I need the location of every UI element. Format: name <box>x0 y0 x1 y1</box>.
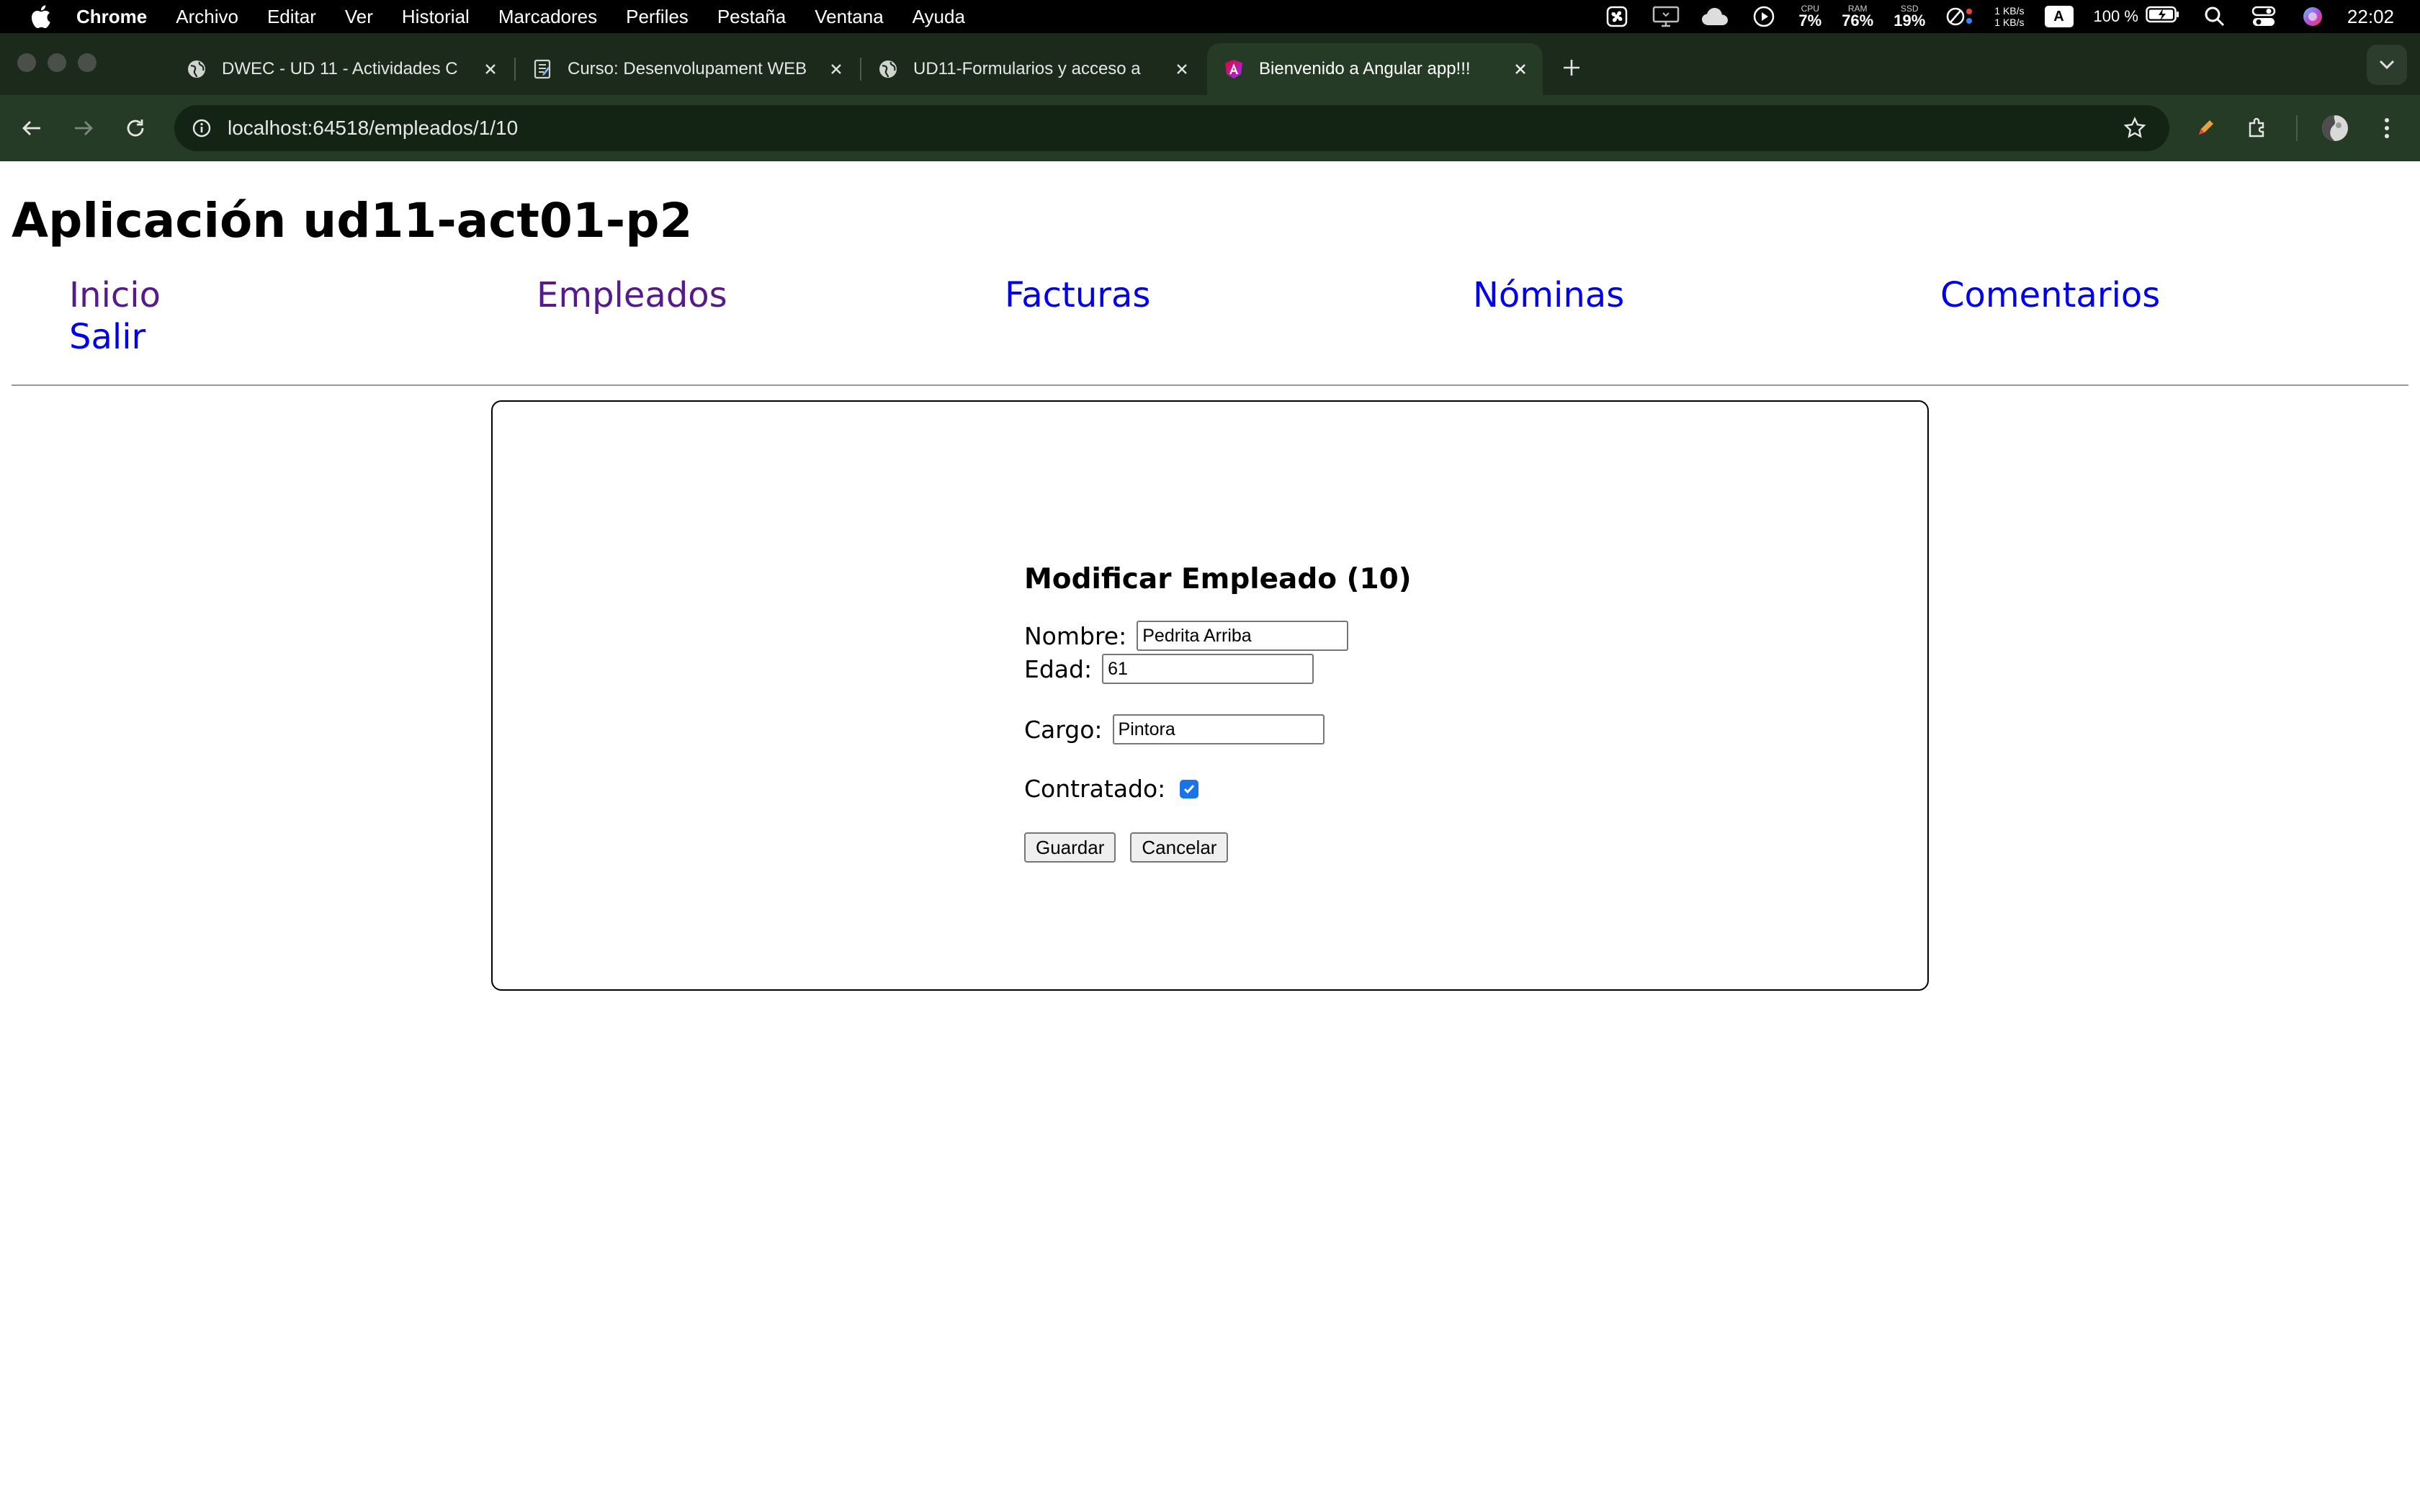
menu-ventana[interactable]: Ventana <box>815 6 883 28</box>
battery-percent: 100 % <box>2093 7 2138 25</box>
nav-link-comentarios[interactable]: Comentarios <box>1940 275 2160 315</box>
window-controls <box>17 53 97 72</box>
close-window-button[interactable] <box>17 53 36 72</box>
maximize-window-button[interactable] <box>78 53 97 72</box>
form-actions: Guardar Cancelar <box>1024 832 1229 863</box>
form-heading: Modificar Empleado (10) <box>1024 563 1412 595</box>
tab-title: Curso: Desenvolupament WEB <box>568 59 807 78</box>
input-source-indicator[interactable]: A <box>2044 6 2074 27</box>
slash-circle-icon[interactable] <box>1945 2 1974 31</box>
apple-menu-icon[interactable] <box>27 4 53 30</box>
close-tab-icon[interactable] <box>1171 58 1193 80</box>
address-bar[interactable]: localhost:64518/empleados/1/10 <box>174 105 2169 151</box>
ram-value: 76% <box>1842 12 1874 30</box>
net-up: 1 KB/s <box>1994 5 2025 17</box>
network-stat[interactable]: 1 KB/s 1 KB/s <box>1994 5 2024 28</box>
page-viewport: Aplicación ud11-act01-p2 Inicio Empleado… <box>0 161 2420 1512</box>
nav-link-facturas[interactable]: Facturas <box>1005 275 1150 315</box>
pen-extension-icon[interactable] <box>2188 111 2223 145</box>
toolbar-divider <box>2296 115 2298 141</box>
close-tab-icon[interactable] <box>825 58 847 80</box>
tab-search-button[interactable] <box>2367 45 2407 85</box>
nav-link-salir[interactable]: Salir <box>69 317 145 357</box>
menu-editar[interactable]: Editar <box>267 6 316 28</box>
net-down: 1 KB/s <box>1994 17 2025 28</box>
browser-tab-active[interactable]: Bienvenido a Angular app!!! <box>1207 43 1543 95</box>
minimize-window-button[interactable] <box>48 53 66 72</box>
document-icon <box>532 58 553 80</box>
nav-link-inicio[interactable]: Inicio <box>69 275 161 315</box>
menu-historial[interactable]: Historial <box>402 6 470 28</box>
nombre-label: Nombre: <box>1024 621 1127 650</box>
contratado-row: Contratado: <box>1024 775 1199 803</box>
cargo-input[interactable] <box>1112 714 1325 744</box>
cancelar-button[interactable]: Cancelar <box>1130 832 1229 863</box>
edad-row: Edad: <box>1024 654 1314 684</box>
battery-status[interactable]: 100 % <box>2094 6 2180 27</box>
edad-label: Edad: <box>1024 654 1093 683</box>
menu-ayuda[interactable]: Ayuda <box>913 6 965 28</box>
cargo-row: Cargo: <box>1024 714 1325 744</box>
menu-ver[interactable]: Ver <box>345 6 373 28</box>
edad-input[interactable] <box>1102 654 1314 684</box>
browser-tab[interactable]: DWEC - UD 11 - Actividades C <box>170 43 513 95</box>
display-icon[interactable] <box>1652 2 1680 31</box>
menu-perfiles[interactable]: Perfiles <box>626 6 689 28</box>
nav-link-nominas[interactable]: Nóminas <box>1473 275 1624 315</box>
guardar-button[interactable]: Guardar <box>1024 832 1116 863</box>
contratado-label: Contratado: <box>1024 775 1166 803</box>
tab-title: DWEC - UD 11 - Actividades C <box>222 59 458 78</box>
browser-toolbar: localhost:64518/empleados/1/10 <box>0 95 2420 161</box>
cloud-icon[interactable] <box>1700 2 1729 31</box>
cpu-stat[interactable]: CPU 7% <box>1798 4 1821 29</box>
menubar-clock[interactable]: 22:02 <box>2347 6 2394 28</box>
bookmark-star-icon[interactable] <box>2119 112 2151 144</box>
macos-menu-bar: Chrome Archivo Editar Ver Historial Marc… <box>0 0 2420 33</box>
battery-icon <box>2146 6 2180 27</box>
menu-app-name[interactable]: Chrome <box>76 6 147 28</box>
cpu-value: 7% <box>1798 12 1822 30</box>
angular-icon <box>1223 58 1245 80</box>
profile-avatar-icon[interactable] <box>2318 111 2352 145</box>
browser-tab-strip: DWEC - UD 11 - Actividades C Curso: Dese… <box>0 33 2420 95</box>
nav-divider <box>12 384 2408 386</box>
menu-archivo[interactable]: Archivo <box>176 6 238 28</box>
play-circle-icon[interactable] <box>1749 2 1778 31</box>
employee-form-card: Modificar Empleado (10) Nombre: Edad: Ca… <box>491 400 1929 991</box>
nombre-input[interactable] <box>1137 621 1349 651</box>
url-text[interactable]: localhost:64518/empleados/1/10 <box>228 117 518 140</box>
contratado-checkbox[interactable] <box>1180 779 1199 798</box>
menu-pestana[interactable]: Pestaña <box>717 6 786 28</box>
siri-icon[interactable] <box>2298 2 2327 31</box>
site-info-icon[interactable] <box>179 105 225 151</box>
browser-tab[interactable]: UD11-Formularios y acceso a <box>861 43 1204 95</box>
close-tab-icon[interactable] <box>1510 58 1531 80</box>
extensions-puzzle-icon[interactable] <box>2240 111 2275 145</box>
browser-tab[interactable]: Curso: Desenvolupament WEB <box>516 43 859 95</box>
edit-employee-form: Modificar Empleado (10) Nombre: Edad: Ca… <box>1024 563 1412 863</box>
nombre-row: Nombre: <box>1024 621 1349 651</box>
fan-icon[interactable] <box>1603 2 1631 31</box>
chrome-menu-icon[interactable] <box>2370 111 2404 145</box>
ssd-value: 19% <box>1894 12 1926 30</box>
close-tab-icon[interactable] <box>480 58 501 80</box>
globe-icon <box>877 58 899 80</box>
back-button[interactable] <box>14 111 49 145</box>
reload-button[interactable] <box>118 111 153 145</box>
spotlight-search-icon[interactable] <box>2200 2 2229 31</box>
control-center-icon[interactable] <box>2249 2 2278 31</box>
page-title: Aplicación ud11-act01-p2 <box>12 193 693 248</box>
ssd-stat[interactable]: SSD 19% <box>1894 4 1925 29</box>
ram-stat[interactable]: RAM 76% <box>1842 4 1873 29</box>
globe-icon <box>186 58 207 80</box>
cargo-label: Cargo: <box>1024 715 1103 744</box>
forward-button[interactable] <box>66 111 101 145</box>
nav-link-empleados[interactable]: Empleados <box>537 275 727 315</box>
tab-title: Bienvenido a Angular app!!! <box>1259 59 1471 78</box>
tab-title: UD11-Formularios y acceso a <box>913 59 1141 78</box>
menu-marcadores[interactable]: Marcadores <box>498 6 597 28</box>
new-tab-button[interactable] <box>1556 52 1587 84</box>
